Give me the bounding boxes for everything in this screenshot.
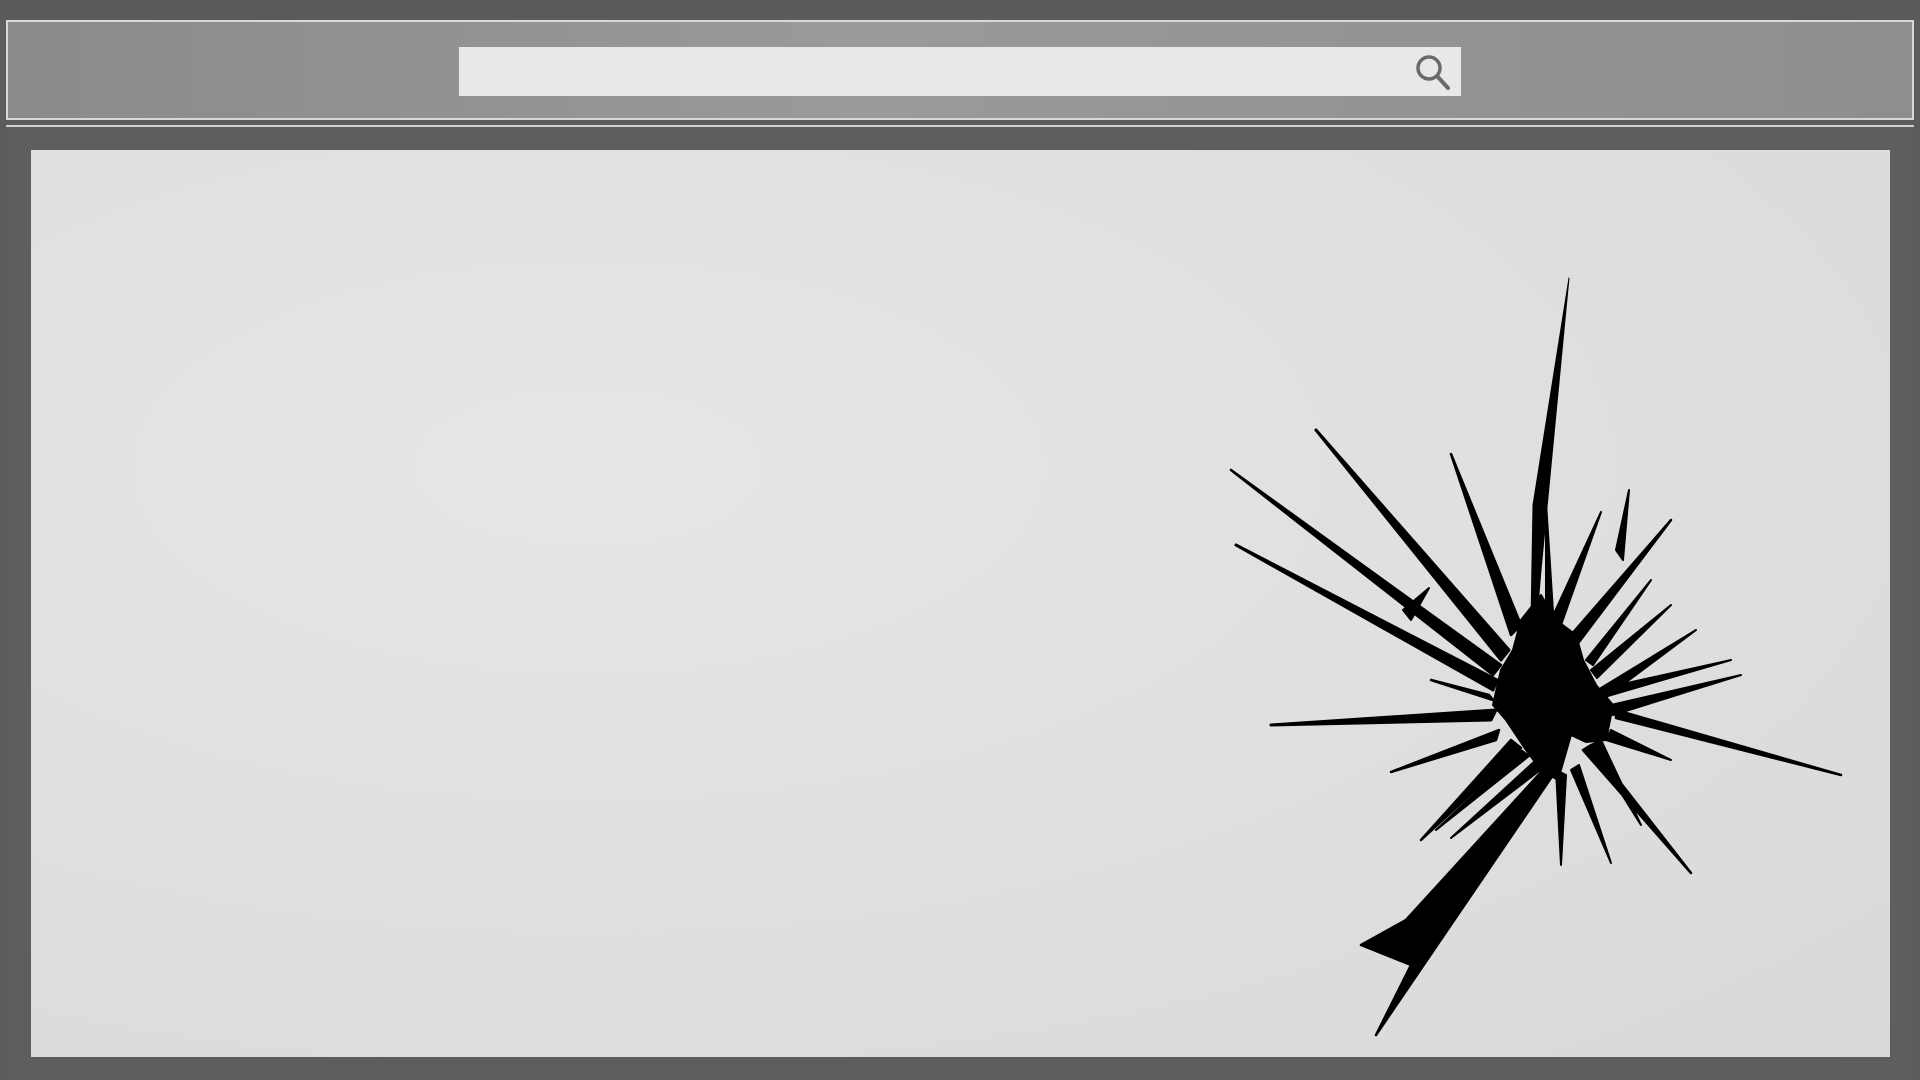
search-input[interactable]: [459, 47, 1461, 96]
page-viewport[interactable]: [31, 150, 1890, 1057]
browser-window: [0, 0, 1920, 1080]
title-bar: [0, 0, 1920, 18]
search-icon[interactable]: [1410, 50, 1456, 94]
shattered-glass-icon: [1229, 277, 1843, 1037]
